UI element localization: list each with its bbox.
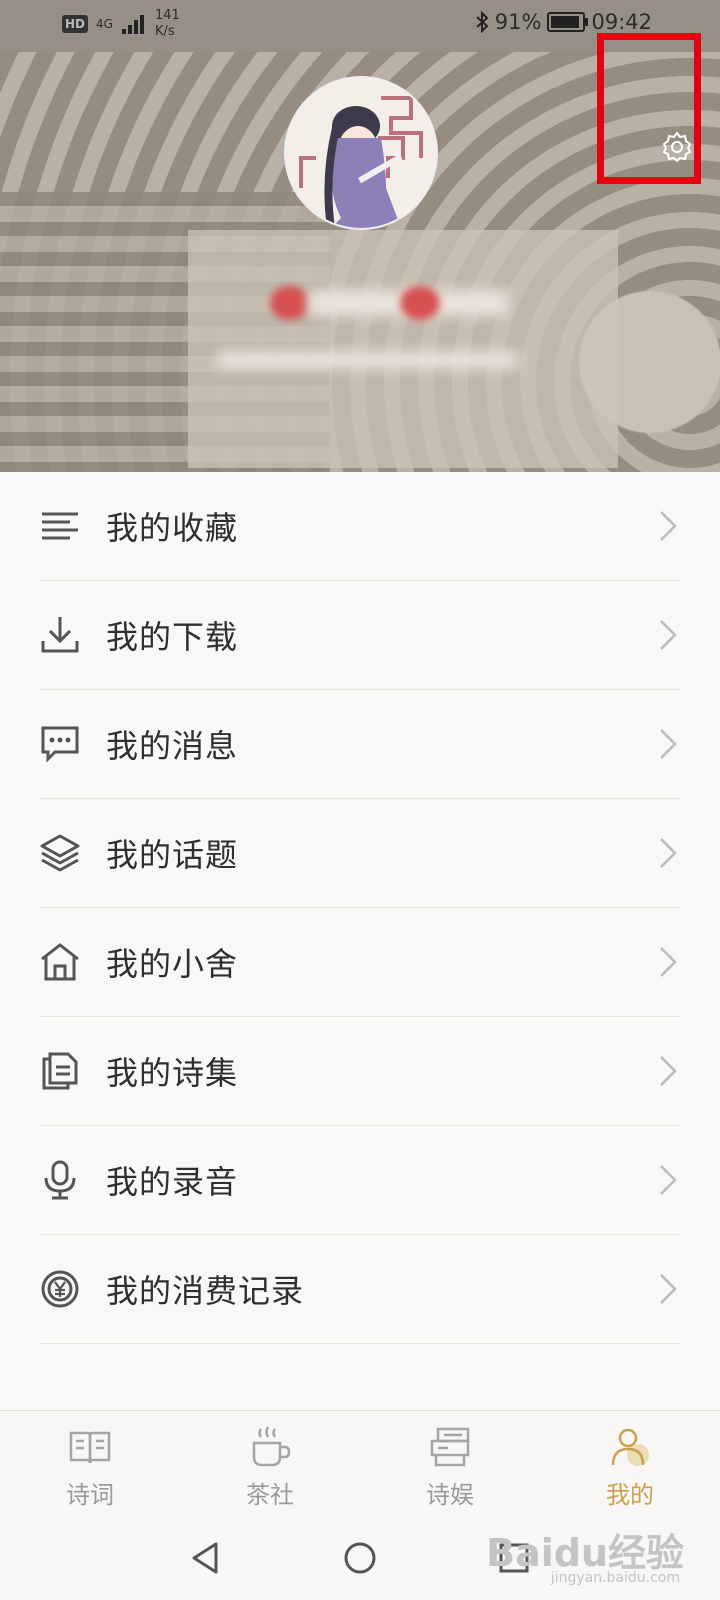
menu-item-label: 我的收藏 (106, 509, 239, 547)
menu-item-label: 我的下载 (106, 618, 239, 656)
document-icon (40, 1051, 80, 1091)
layers-icon (40, 833, 80, 873)
book-icon (69, 1431, 111, 1464)
clock: 09:42 (591, 10, 652, 34)
tab-teahouse[interactable]: 茶社 (180, 1411, 360, 1519)
back-triangle-icon[interactable] (186, 1538, 226, 1578)
tea-cup-icon (252, 1426, 291, 1467)
network-type: 4G (96, 16, 113, 31)
person-icon (611, 1428, 649, 1466)
network-speed: 141 (154, 8, 180, 23)
menu-item-label: 我的消费记录 (106, 1272, 305, 1310)
bluetooth-icon (476, 11, 489, 33)
battery-percent: 91% (494, 10, 542, 34)
hd-badge: HD (62, 15, 89, 33)
profile-info-blurred (188, 230, 618, 468)
bottom-tab-bar: 诗词 茶社 诗娱 我的 (0, 1410, 720, 1519)
network-speed-unit: K/s (154, 24, 175, 39)
menu-item-label: 我的诗集 (106, 1054, 239, 1092)
avatar-illustration (286, 78, 436, 228)
tab-me[interactable]: 我的 (540, 1411, 720, 1519)
avatar[interactable] (284, 76, 438, 230)
list-icon (40, 506, 80, 546)
chevron-right-icon (660, 729, 677, 759)
menu-item-label: 我的话题 (106, 836, 239, 874)
chevron-right-icon (660, 511, 677, 541)
chevron-right-icon (660, 838, 677, 868)
chevron-right-icon (660, 1165, 677, 1195)
menu-item-topics[interactable]: 我的话题 (40, 799, 680, 908)
home-icon (40, 942, 80, 982)
signal-icon (121, 15, 144, 34)
menu-item-poetry-collection[interactable]: 我的诗集 (40, 1017, 680, 1126)
battery-icon (547, 12, 589, 32)
poem-play-icon (430, 1427, 470, 1467)
chevron-right-icon (660, 947, 677, 977)
tab-label: 我的 (606, 1481, 654, 1509)
chevron-right-icon (660, 1274, 677, 1304)
watermark-brand: Baidu经验 (486, 1531, 684, 1575)
chevron-right-icon (660, 620, 677, 650)
menu-item-label: 我的小舍 (106, 945, 239, 983)
watermark-url: jingyan.baidu.com (550, 1570, 680, 1586)
menu-list: 我的收藏 我的下载 我的消息 我的话题 我的小舍 我的诗集 我的录音 我的消费记… (0, 472, 720, 1344)
menu-item-recordings[interactable]: 我的录音 (40, 1126, 680, 1235)
system-navigation-bar: Baidu经验 jingyan.baidu.com (0, 1518, 720, 1600)
menu-item-label: 我的消息 (106, 727, 239, 765)
menu-item-downloads[interactable]: 我的下载 (40, 581, 680, 690)
tab-label: 茶社 (246, 1481, 294, 1509)
tab-label: 诗词 (66, 1481, 114, 1509)
chevron-right-icon (660, 1056, 677, 1086)
message-icon (40, 724, 80, 764)
menu-item-home[interactable]: 我的小舍 (40, 908, 680, 1017)
microphone-icon (40, 1160, 80, 1200)
menu-item-messages[interactable]: 我的消息 (40, 690, 680, 799)
home-circle-icon[interactable] (340, 1538, 380, 1578)
tab-poetry[interactable]: 诗词 (0, 1411, 180, 1519)
tab-label: 诗娱 (426, 1481, 474, 1509)
tab-poetry-games[interactable]: 诗娱 (360, 1411, 540, 1519)
yen-icon (40, 1269, 80, 1309)
menu-item-favorites[interactable]: 我的收藏 (40, 472, 680, 581)
download-icon (40, 615, 80, 655)
settings-highlight-box (597, 33, 701, 184)
menu-item-label: 我的录音 (106, 1163, 239, 1201)
menu-item-purchase-history[interactable]: 我的消费记录 (40, 1235, 680, 1344)
